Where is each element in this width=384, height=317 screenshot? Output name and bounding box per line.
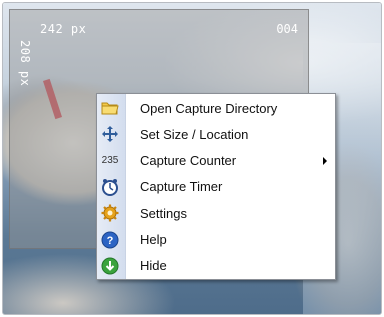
menu-item-label: Open Capture Directory — [140, 100, 278, 116]
folder-icon — [99, 97, 121, 119]
menu-item-label: Help — [140, 232, 167, 248]
menu-item-label: Hide — [140, 258, 167, 274]
menu-item-help[interactable]: ? Help — [101, 226, 335, 252]
counter-icon: 235 — [101, 155, 119, 167]
screenshot-frame: 242 px 004 208 px Open Capture Directory — [2, 2, 382, 315]
menu-item-hide[interactable]: Hide — [101, 253, 335, 279]
context-menu: Open Capture Directory Set Size / Locati… — [96, 93, 336, 280]
menu-item-open-capture-directory[interactable]: Open Capture Directory — [101, 95, 335, 121]
capture-height-label: 208 px — [18, 40, 32, 87]
gear-icon — [99, 202, 121, 224]
menu-item-label: Settings — [140, 205, 187, 221]
capture-counter-label: 004 — [276, 22, 298, 36]
move-icon — [99, 123, 121, 145]
submenu-arrow-icon — [323, 156, 327, 165]
help-icon: ? — [99, 229, 121, 251]
menu-item-label: Set Size / Location — [140, 126, 249, 142]
menu-item-set-size-location[interactable]: Set Size / Location — [102, 121, 335, 147]
menu-item-capture-timer[interactable]: Capture Timer — [102, 174, 335, 200]
menu-item-settings[interactable]: Settings — [101, 200, 335, 226]
menu-item-label: Capture Timer — [140, 179, 223, 195]
menu-item-label: Capture Counter — [140, 153, 237, 169]
capture-width-label: 242 px — [40, 22, 87, 36]
svg-text:?: ? — [107, 235, 114, 247]
hide-icon — [99, 255, 121, 277]
menu-item-capture-counter[interactable]: 235 Capture Counter — [102, 148, 335, 174]
timer-icon — [99, 176, 121, 198]
